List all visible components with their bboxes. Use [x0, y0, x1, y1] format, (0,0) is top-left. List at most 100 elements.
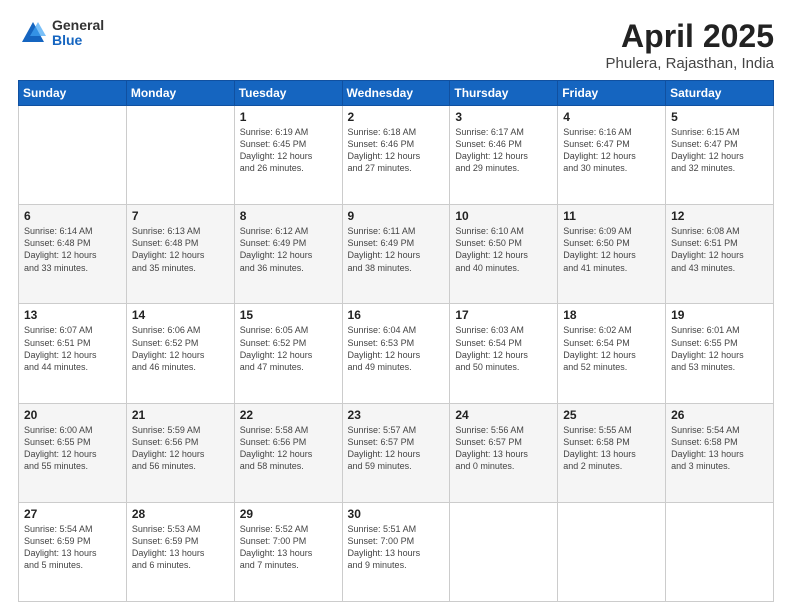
header-row: Sunday Monday Tuesday Wednesday Thursday… — [19, 81, 774, 106]
table-row — [126, 106, 234, 205]
day-number: 23 — [348, 408, 445, 422]
col-saturday: Saturday — [666, 81, 774, 106]
day-info: Sunrise: 5:58 AM Sunset: 6:56 PM Dayligh… — [240, 424, 337, 473]
day-info: Sunrise: 6:17 AM Sunset: 6:46 PM Dayligh… — [455, 126, 552, 175]
day-number: 30 — [348, 507, 445, 521]
day-info: Sunrise: 6:00 AM Sunset: 6:55 PM Dayligh… — [24, 424, 121, 473]
table-row: 21Sunrise: 5:59 AM Sunset: 6:56 PM Dayli… — [126, 403, 234, 502]
table-row: 26Sunrise: 5:54 AM Sunset: 6:58 PM Dayli… — [666, 403, 774, 502]
day-info: Sunrise: 5:57 AM Sunset: 6:57 PM Dayligh… — [348, 424, 445, 473]
day-info: Sunrise: 6:18 AM Sunset: 6:46 PM Dayligh… — [348, 126, 445, 175]
table-row: 24 Sunrise: 5:56 AM Sunset: 6:57 PM Dayli… — [450, 403, 558, 502]
day-info: Sunrise: 6:04 AM Sunset: 6:53 PM Dayligh… — [348, 324, 445, 373]
table-row: 2Sunrise: 6:18 AM Sunset: 6:46 PM Daylig… — [342, 106, 450, 205]
day-info: Sunrise: 6:06 AM Sunset: 6:52 PM Dayligh… — [132, 324, 229, 373]
day-number: 28 — [132, 507, 229, 521]
day-info: Sunrise: 5:56 AM Sunset: 6:57 PM Dayligh… — [455, 424, 552, 473]
day-number: 19 — [671, 308, 768, 322]
day-number: 7 — [132, 209, 229, 223]
table-row — [450, 502, 558, 601]
table-row: 18 Sunrise: 6:02 AM Sunset: 6:54 PM Dayli… — [558, 304, 666, 403]
day-info: Sunrise: 6:07 AM Sunset: 6:51 PM Dayligh… — [24, 324, 121, 373]
day-info: Sunrise: 5:52 AM Sunset: 7:00 PM Dayligh… — [240, 523, 337, 572]
table-row: 7 Sunrise: 6:13 AM Sunset: 6:48 PM Daylig… — [126, 205, 234, 304]
calendar-week-5: 27Sunrise: 5:54 AM Sunset: 6:59 PM Dayli… — [19, 502, 774, 601]
table-row — [666, 502, 774, 601]
page: General Blue April 2025 Phulera, Rajasth… — [0, 0, 792, 612]
table-row: 15 Sunrise: 6:05 AM Sunset: 6:52 PM Dayli… — [234, 304, 342, 403]
day-info: Sunrise: 5:51 AM Sunset: 7:00 PM Dayligh… — [348, 523, 445, 572]
calendar-week-3: 13 Sunrise: 6:07 AM Sunset: 6:51 PM Dayli… — [19, 304, 774, 403]
table-row: 9 Sunrise: 6:11 AM Sunset: 6:49 PM Daylig… — [342, 205, 450, 304]
table-row: 19 Sunrise: 6:01 AM Sunset: 6:55 PM Dayli… — [666, 304, 774, 403]
table-row: 25 Sunrise: 5:55 AM Sunset: 6:58 PM Dayli… — [558, 403, 666, 502]
table-row: 10 Sunrise: 6:10 AM Sunset: 6:50 PM Dayli… — [450, 205, 558, 304]
table-row: 28 Sunrise: 5:53 AM Sunset: 6:59 PM Dayli… — [126, 502, 234, 601]
col-tuesday: Tuesday — [234, 81, 342, 106]
day-info: Sunrise: 6:08 AM Sunset: 6:51 PM Dayligh… — [671, 225, 768, 274]
table-row: 20Sunrise: 6:00 AM Sunset: 6:55 PM Dayli… — [19, 403, 127, 502]
logo-icon — [18, 18, 48, 48]
day-info: Sunrise: 6:05 AM Sunset: 6:52 PM Dayligh… — [240, 324, 337, 373]
day-number: 26 — [671, 408, 768, 422]
day-number: 11 — [563, 209, 660, 223]
day-number: 3 — [455, 110, 552, 124]
logo-general: General — [52, 18, 104, 33]
day-number: 12 — [671, 209, 768, 223]
table-row — [19, 106, 127, 205]
table-row: 23 Sunrise: 5:57 AM Sunset: 6:57 PM Dayli… — [342, 403, 450, 502]
day-info: Sunrise: 6:10 AM Sunset: 6:50 PM Dayligh… — [455, 225, 552, 274]
day-number: 13 — [24, 308, 121, 322]
day-number: 22 — [240, 408, 337, 422]
logo-text: General Blue — [52, 18, 104, 49]
day-number: 10 — [455, 209, 552, 223]
calendar-subtitle: Phulera, Rajasthan, India — [606, 55, 774, 72]
day-number: 24 — [455, 408, 552, 422]
table-row: 6Sunrise: 6:14 AM Sunset: 6:48 PM Daylig… — [19, 205, 127, 304]
day-number: 15 — [240, 308, 337, 322]
day-info: Sunrise: 5:55 AM Sunset: 6:58 PM Dayligh… — [563, 424, 660, 473]
table-row: 4Sunrise: 6:16 AM Sunset: 6:47 PM Daylig… — [558, 106, 666, 205]
calendar-week-2: 6Sunrise: 6:14 AM Sunset: 6:48 PM Daylig… — [19, 205, 774, 304]
day-info: Sunrise: 6:03 AM Sunset: 6:54 PM Dayligh… — [455, 324, 552, 373]
day-info: Sunrise: 5:53 AM Sunset: 6:59 PM Dayligh… — [132, 523, 229, 572]
table-row: 11 Sunrise: 6:09 AM Sunset: 6:50 PM Dayli… — [558, 205, 666, 304]
day-number: 8 — [240, 209, 337, 223]
day-number: 1 — [240, 110, 337, 124]
table-row: 12 Sunrise: 6:08 AM Sunset: 6:51 PM Dayli… — [666, 205, 774, 304]
day-info: Sunrise: 6:19 AM Sunset: 6:45 PM Dayligh… — [240, 126, 337, 175]
day-number: 14 — [132, 308, 229, 322]
day-info: Sunrise: 6:02 AM Sunset: 6:54 PM Dayligh… — [563, 324, 660, 373]
col-sunday: Sunday — [19, 81, 127, 106]
day-info: Sunrise: 6:16 AM Sunset: 6:47 PM Dayligh… — [563, 126, 660, 175]
day-info: Sunrise: 6:09 AM Sunset: 6:50 PM Dayligh… — [563, 225, 660, 274]
day-number: 9 — [348, 209, 445, 223]
header: General Blue April 2025 Phulera, Rajasth… — [18, 18, 774, 72]
day-number: 17 — [455, 308, 552, 322]
col-friday: Friday — [558, 81, 666, 106]
table-row: 17 Sunrise: 6:03 AM Sunset: 6:54 PM Dayli… — [450, 304, 558, 403]
day-info: Sunrise: 6:13 AM Sunset: 6:48 PM Dayligh… — [132, 225, 229, 274]
col-monday: Monday — [126, 81, 234, 106]
day-number: 6 — [24, 209, 121, 223]
day-info: Sunrise: 6:11 AM Sunset: 6:49 PM Dayligh… — [348, 225, 445, 274]
day-info: Sunrise: 6:01 AM Sunset: 6:55 PM Dayligh… — [671, 324, 768, 373]
table-row: 16 Sunrise: 6:04 AM Sunset: 6:53 PM Dayli… — [342, 304, 450, 403]
day-number: 5 — [671, 110, 768, 124]
day-info: Sunrise: 6:12 AM Sunset: 6:49 PM Dayligh… — [240, 225, 337, 274]
title-block: April 2025 Phulera, Rajasthan, India — [606, 18, 774, 72]
table-row: 1 Sunrise: 6:19 AM Sunset: 6:45 PM Daylig… — [234, 106, 342, 205]
logo-blue: Blue — [52, 33, 104, 48]
calendar-week-4: 20Sunrise: 6:00 AM Sunset: 6:55 PM Dayli… — [19, 403, 774, 502]
day-number: 21 — [132, 408, 229, 422]
table-row: 30 Sunrise: 5:51 AM Sunset: 7:00 PM Dayli… — [342, 502, 450, 601]
col-thursday: Thursday — [450, 81, 558, 106]
logo: General Blue — [18, 18, 104, 49]
day-info: Sunrise: 6:15 AM Sunset: 6:47 PM Dayligh… — [671, 126, 768, 175]
day-number: 25 — [563, 408, 660, 422]
calendar-table: Sunday Monday Tuesday Wednesday Thursday… — [18, 80, 774, 602]
day-number: 18 — [563, 308, 660, 322]
table-row: 13 Sunrise: 6:07 AM Sunset: 6:51 PM Dayli… — [19, 304, 127, 403]
day-number: 29 — [240, 507, 337, 521]
day-number: 16 — [348, 308, 445, 322]
